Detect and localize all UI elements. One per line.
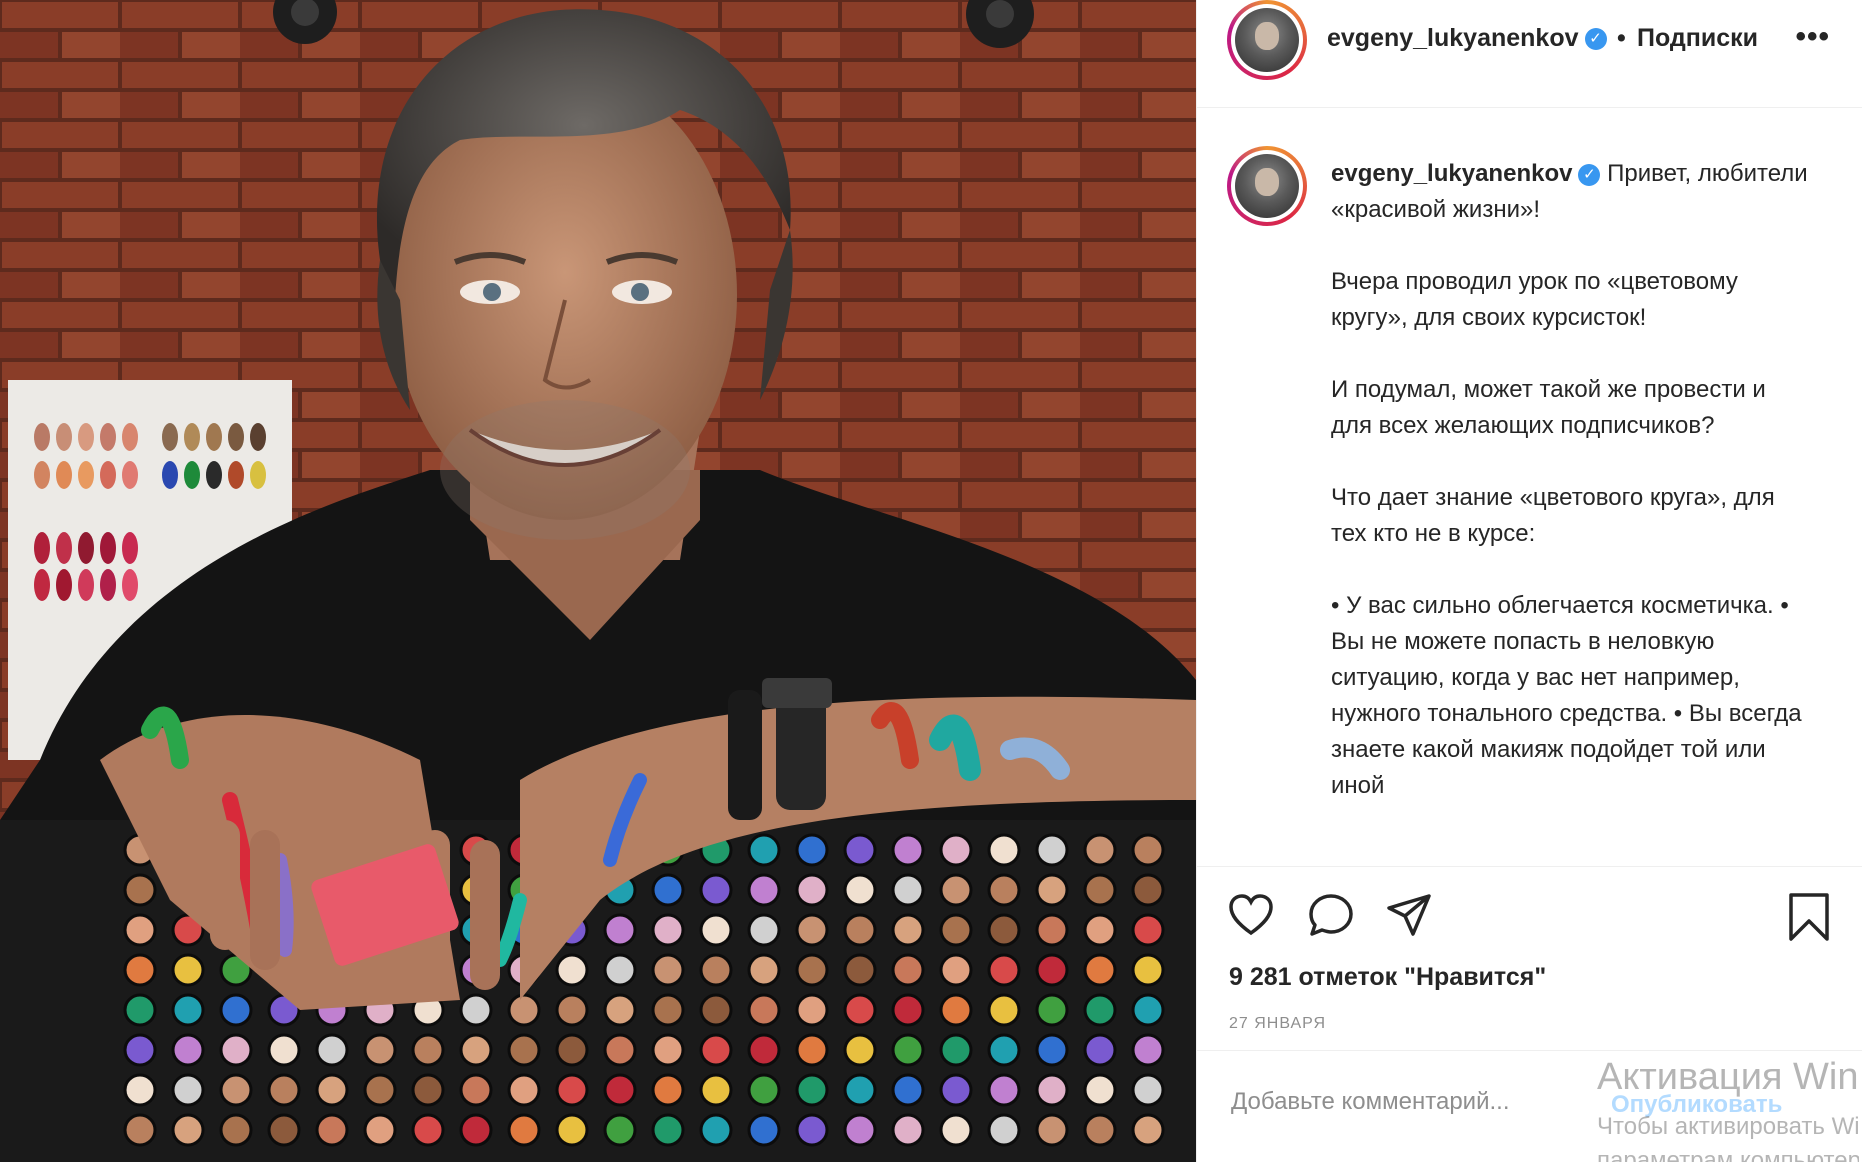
caption-username[interactable]: evgeny_lukyanenkov — [1331, 160, 1572, 187]
header-username[interactable]: evgeny_lukyanenkov ✓ — [1327, 24, 1607, 53]
post-sidebar: evgeny_lukyanenkov ✓ • Подписки ••• evgen… — [1196, 0, 1862, 1162]
following-button[interactable]: Подписки — [1637, 24, 1758, 53]
post-view: evgeny_lukyanenkov ✓ • Подписки ••• evgen… — [0, 0, 1862, 1162]
post-date[interactable]: 27 ЯНВАРЯ — [1229, 1015, 1326, 1033]
caption-paragraph: • У вас сильно облегчается косметичка. •… — [1331, 592, 1802, 799]
caption-avatar[interactable] — [1227, 146, 1307, 226]
post-header: evgeny_lukyanenkov ✓ • Подписки ••• — [1197, 0, 1862, 108]
username-text[interactable]: evgeny_lukyanenkov — [1327, 24, 1579, 52]
caption-paragraph: Вчера проводил урок по «цветовому кругу»… — [1331, 268, 1738, 331]
share-icon[interactable] — [1385, 891, 1433, 939]
avatar-photo — [1235, 154, 1299, 218]
caption-text: evgeny_lukyanenkov ✓ Привет, любители «кр… — [1331, 156, 1811, 840]
verified-badge-icon: ✓ — [1584, 28, 1607, 51]
caption-paragraph: И подумал, может такой же провести и для… — [1331, 376, 1766, 439]
publish-button[interactable]: Опубликовать — [1611, 1091, 1782, 1119]
comment-bar: Опубликовать — [1197, 1050, 1862, 1163]
more-icon[interactable]: ••• — [1795, 20, 1830, 54]
header-avatar[interactable] — [1227, 0, 1307, 80]
bookmark-icon[interactable] — [1785, 891, 1833, 943]
caption-area[interactable]: evgeny_lukyanenkov ✓ Привет, любители «кр… — [1197, 108, 1862, 860]
likes-count[interactable]: 9 281 отметок "Нравится" — [1229, 963, 1546, 992]
photo-illustration — [0, 0, 1196, 1162]
comment-icon[interactable] — [1307, 891, 1355, 939]
caption-paragraph: Что дает знание «цветового круга», для т… — [1331, 484, 1775, 547]
heart-icon[interactable] — [1227, 891, 1275, 939]
comment-input[interactable] — [1229, 1087, 1593, 1117]
post-photo[interactable] — [0, 0, 1196, 1162]
separator-dot: • — [1617, 24, 1626, 52]
avatar-photo — [1235, 8, 1299, 72]
verified-badge-icon: ✓ — [1578, 163, 1601, 186]
